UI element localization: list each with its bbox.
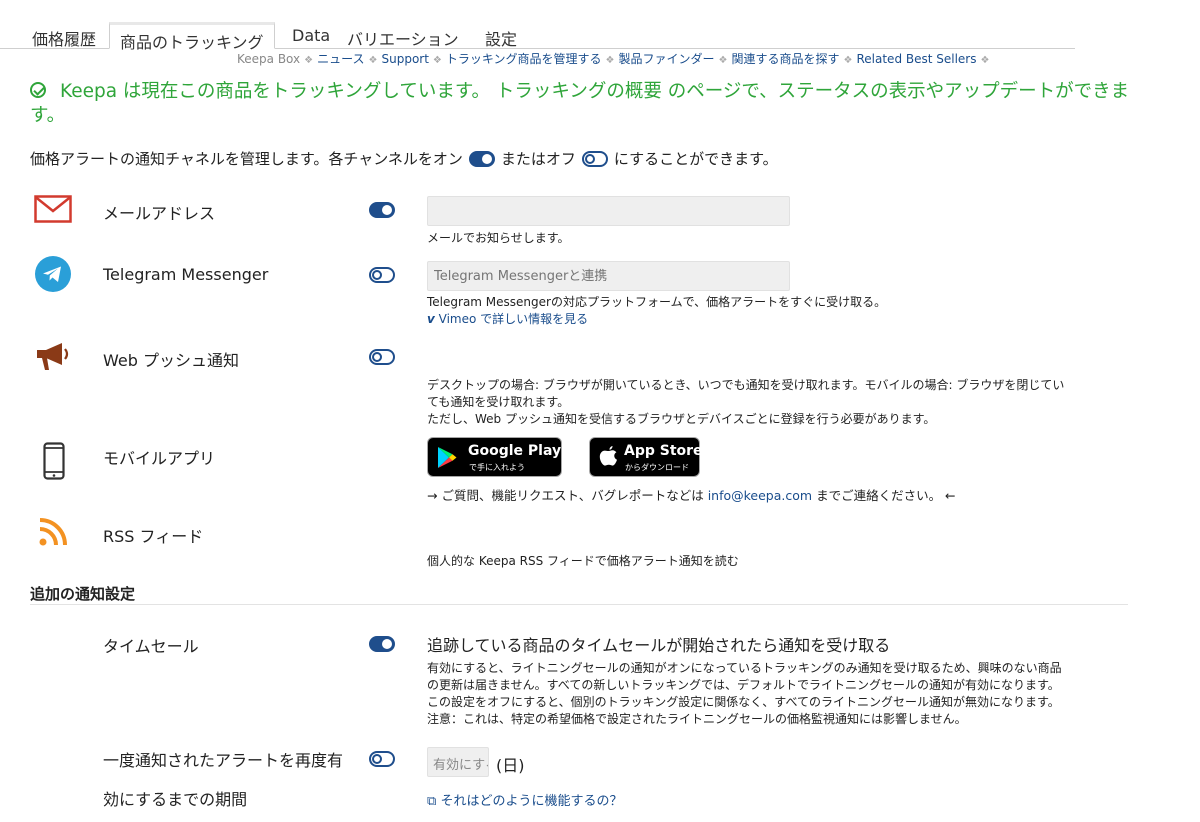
keepa-box-label: Keepa Box bbox=[237, 52, 301, 66]
separator-icon: ❖ bbox=[605, 55, 615, 66]
timesale-desc-line: の更新は届きません。すべての新しいトラッキングでは、デフォルトでライトニングセー… bbox=[427, 678, 1060, 692]
external-link-icon: ⧉ bbox=[427, 794, 437, 809]
nav-support-link[interactable]: Support bbox=[381, 52, 428, 66]
channel-intro-text: 価格アラートの通知チャネルを管理します。各チャンネルをオン またはオフ にすることが… bbox=[30, 148, 778, 169]
telegram-vimeo-row: v Vimeo で詳しい情報を見る bbox=[427, 311, 588, 328]
tab-data[interactable]: Data bbox=[292, 26, 330, 45]
intro-text-3: にすることができます。 bbox=[613, 150, 778, 168]
how-it-works-text: それはどのように機能するの？ bbox=[440, 794, 623, 809]
nav-related-products-link[interactable]: 関連する商品を探す bbox=[732, 52, 840, 66]
nav-related-best-sellers-link[interactable]: Related Best Sellers bbox=[856, 52, 976, 66]
mobile-contact-note: → ご質問、機能リクエスト、バグレポートなどは info@keepa.com ま… bbox=[427, 487, 956, 504]
additional-settings-title: 追加の通知設定 bbox=[30, 585, 136, 603]
sub-navigation: Keepa Box ❖ ニュース ❖ Support ❖ トラッキング商品を管理する ❖ 製品フ… bbox=[237, 50, 993, 67]
nav-news-link[interactable]: ニュース bbox=[317, 52, 364, 66]
google-play-icon bbox=[438, 447, 457, 468]
rearm-label-line1: 一度通知されたアラートを再度有 bbox=[103, 751, 344, 770]
how-it-works-link[interactable]: ⧉ それはどのように機能するの？ bbox=[427, 790, 622, 809]
smartphone-icon bbox=[43, 442, 65, 480]
rss-icon bbox=[39, 518, 67, 546]
google-play-subtitle: で手に入れよう bbox=[469, 463, 525, 472]
timesale-label: タイムセール bbox=[103, 637, 199, 656]
telegram-connect-field[interactable] bbox=[427, 261, 790, 291]
app-store-subtitle: からダウンロード bbox=[625, 463, 689, 472]
separator-icon: ❖ bbox=[843, 55, 853, 66]
email-toggle[interactable] bbox=[369, 202, 395, 218]
nav-product-finder-link[interactable]: 製品ファインダー bbox=[619, 52, 715, 66]
timesale-desc-line: この設定をオフにすると、個別のトラッキング設定に関係なく、すべてのライトニングセ… bbox=[427, 695, 1060, 709]
timesale-headline: 追跡している商品のタイムセールが開始されたら通知を受け取る bbox=[427, 636, 891, 655]
webpush-note-3: ただし、Web プッシュ通知を受信するブラウザとデバイスごとに登録を行う必要があ… bbox=[427, 412, 936, 426]
check-circle-icon bbox=[30, 82, 46, 98]
rss-label: RSS フィード bbox=[103, 527, 204, 546]
webpush-note-1: デスクトップの場合: ブラウザが開いているとき、いつでも通知を受け取れます。モバ… bbox=[427, 378, 1065, 392]
tab-settings[interactable]: 設定 bbox=[485, 26, 517, 50]
email-icon bbox=[34, 195, 72, 223]
rearm-days-input[interactable]: 有効にする bbox=[427, 747, 489, 777]
separator-icon: ❖ bbox=[368, 55, 378, 66]
vimeo-info-link[interactable]: Vimeo で詳しい情報を見る bbox=[439, 312, 589, 326]
rearm-toggle[interactable] bbox=[369, 751, 395, 767]
tab-variations[interactable]: バリエーション bbox=[347, 26, 459, 50]
separator-icon: ❖ bbox=[718, 55, 728, 66]
status-text: Keepa は現在この商品をトラッキングしています。 bbox=[60, 81, 490, 102]
timesale-desc-line: 有効にすると、ライトニングセールの通知がオンになっているトラッキングのみ通知を受… bbox=[427, 661, 1062, 675]
separator-icon: ❖ bbox=[304, 55, 314, 66]
section-divider bbox=[30, 604, 1128, 605]
tracking-status-banner: Keepa は現在この商品をトラッキングしています。 トラッキングの概要 のペー… bbox=[30, 80, 1130, 128]
email-field[interactable] bbox=[427, 196, 790, 226]
webpush-toggle[interactable] bbox=[369, 349, 395, 365]
google-play-title: Google Play bbox=[468, 443, 562, 459]
contact-text-pre: → ご質問、機能リクエスト、バグレポートなどは bbox=[427, 488, 704, 503]
rss-note: 個人的な Keepa RSS フィードで価格アラート通知を読む bbox=[427, 554, 739, 568]
telegram-icon bbox=[35, 256, 71, 292]
tab-price-history[interactable]: 価格履歴 bbox=[32, 26, 96, 50]
intro-text-2: またはオフ bbox=[500, 150, 576, 168]
mobile-app-label: モバイルアプリ bbox=[103, 449, 216, 468]
timesale-desc-line: 注意：これは、特定の希望価格で設定されたライトニングセールの価格監視通知には影響… bbox=[427, 712, 967, 726]
intro-text-1: 価格アラートの通知チャネルを管理します。各チャンネルをオン bbox=[30, 150, 463, 168]
email-label: メールアドレス bbox=[103, 204, 216, 223]
google-play-button[interactable]: Google Play で手に入れよう bbox=[427, 437, 562, 477]
rearm-label-line2: 効にするまでの期間 bbox=[103, 790, 248, 809]
apple-icon bbox=[599, 446, 617, 466]
vimeo-icon: v bbox=[427, 312, 435, 326]
contact-email-link[interactable]: info@keepa.com bbox=[708, 488, 812, 503]
contact-text-post: までご連絡ください。 ← bbox=[816, 488, 956, 503]
telegram-note: Telegram Messengerの対応プラットフォームで、価格アラートをすぐ… bbox=[427, 295, 887, 309]
timesale-toggle[interactable] bbox=[369, 636, 395, 652]
tab-bar: 価格履歴 商品のトラッキング Data バリエーション 設定 bbox=[0, 22, 1075, 52]
app-store-button[interactable]: App Store からダウンロード bbox=[589, 437, 703, 477]
telegram-toggle[interactable] bbox=[369, 267, 395, 283]
toggle-off-example-icon bbox=[581, 151, 608, 167]
tab-product-tracking[interactable]: 商品のトラッキング bbox=[109, 22, 275, 52]
email-note: メールでお知らせします。 bbox=[427, 231, 570, 245]
rearm-days-unit: (日) bbox=[496, 756, 525, 775]
tracking-overview-link[interactable]: トラッキングの概要 bbox=[496, 81, 662, 102]
webpush-label: Web プッシュ通知 bbox=[103, 351, 239, 370]
nav-manage-tracking-link[interactable]: トラッキング商品を管理する bbox=[446, 52, 602, 66]
telegram-label: Telegram Messenger bbox=[103, 265, 269, 284]
megaphone-icon bbox=[37, 343, 69, 370]
app-store-title: App Store bbox=[624, 443, 703, 459]
separator-icon: ❖ bbox=[980, 55, 990, 66]
toggle-on-example-icon bbox=[468, 151, 495, 167]
timesale-description: 有効にすると、ライトニングセールの通知がオンになっているトラッキングのみ通知を受… bbox=[427, 660, 1132, 728]
separator-icon: ❖ bbox=[432, 55, 442, 66]
webpush-note-2: ても通知を受け取れます。 bbox=[427, 395, 570, 409]
